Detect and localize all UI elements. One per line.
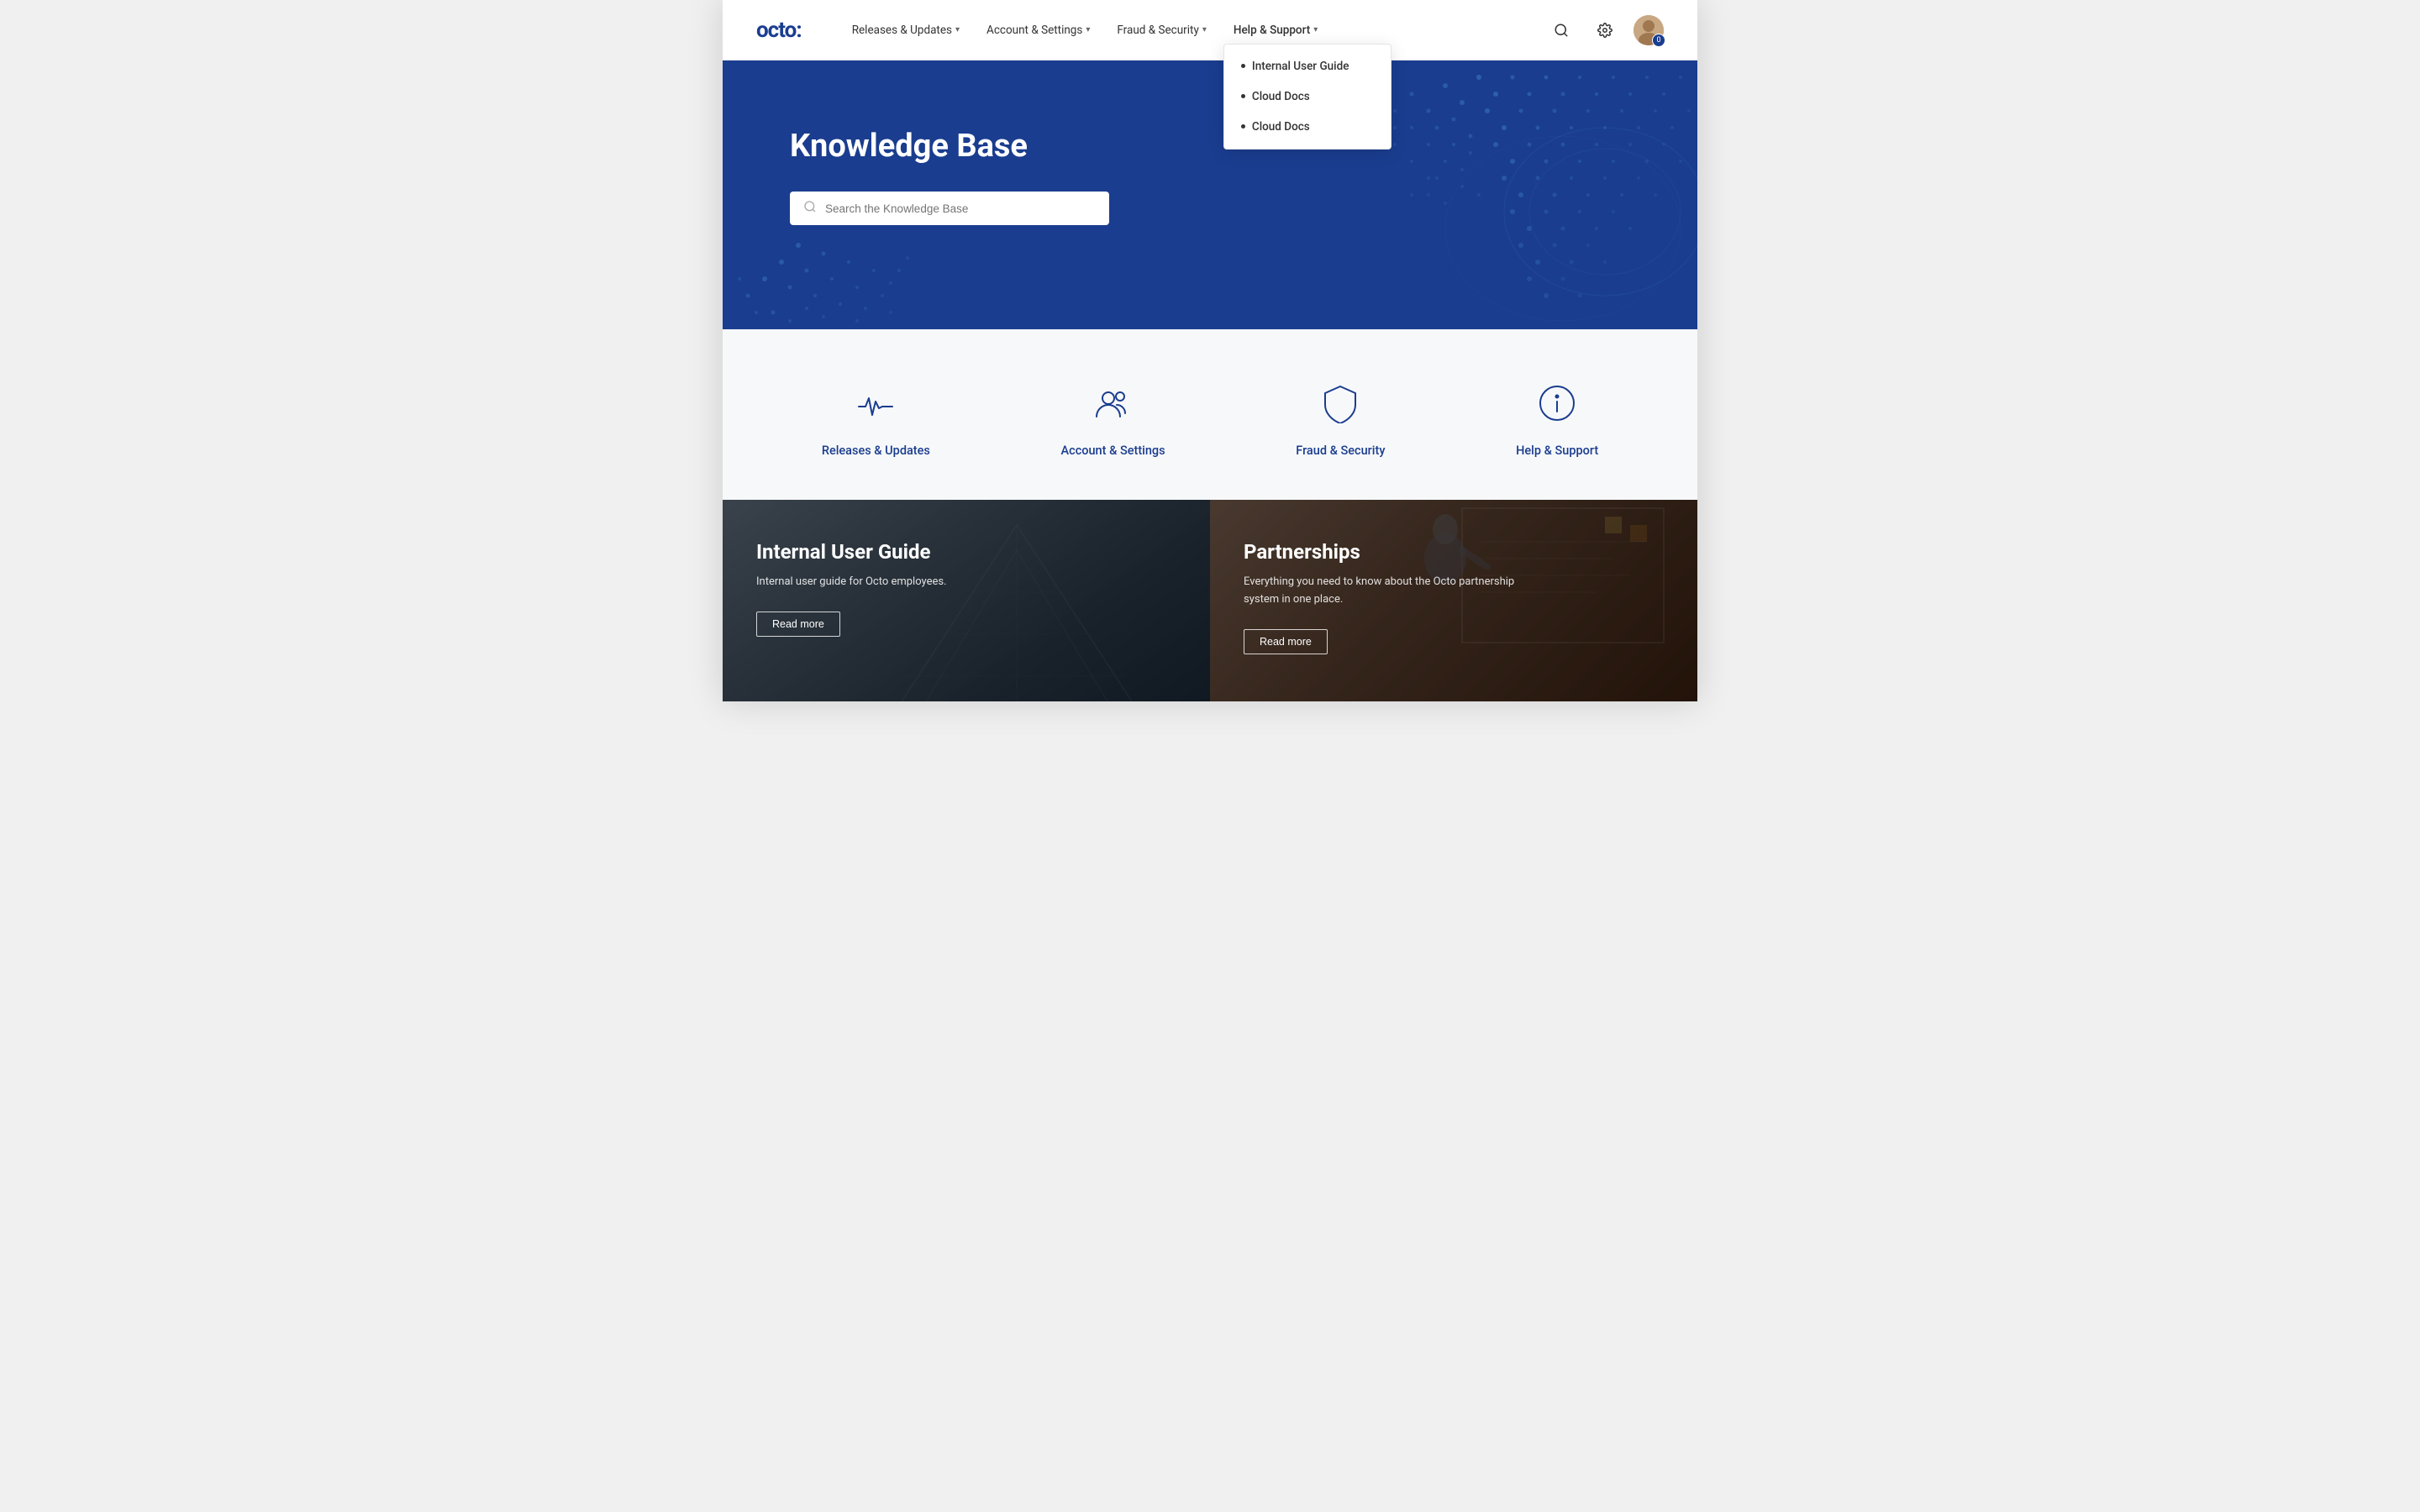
search-icon: [803, 200, 817, 217]
card-partnerships: Partnerships Everything you need to know…: [1210, 500, 1697, 701]
card-1-read-more-button[interactable]: Read more: [756, 612, 840, 637]
users-icon: [1090, 380, 1137, 427]
card-1-desc: Internal user guide for Octo employees.: [756, 574, 1042, 591]
card-2-title: Partnerships: [1244, 540, 1664, 564]
nav-item-account[interactable]: Account & Settings ▾: [976, 17, 1100, 44]
dropdown-item-internal-guide[interactable]: Internal User Guide: [1224, 51, 1391, 81]
chevron-down-icon: ▾: [1202, 25, 1207, 34]
logo[interactable]: octo:: [756, 18, 802, 43]
nav-icons: 0: [1546, 15, 1664, 45]
search-bar: [790, 192, 1109, 225]
user-avatar[interactable]: 0: [1634, 15, 1664, 45]
settings-button[interactable]: [1590, 15, 1620, 45]
cards-section: Internal User Guide Internal user guide …: [723, 500, 1697, 701]
category-help-label: Help & Support: [1516, 444, 1598, 458]
card-2-desc: Everything you need to know about the Oc…: [1244, 574, 1529, 609]
category-account-label: Account & Settings: [1061, 444, 1165, 458]
card-2-content: Partnerships Everything you need to know…: [1210, 500, 1697, 695]
pulse-icon: [852, 380, 899, 427]
navbar: octo: Releases & Updates ▾ Account & Set…: [723, 0, 1697, 60]
card-internal-guide: Internal User Guide Internal user guide …: [723, 500, 1210, 701]
help-dropdown: Internal User Guide Cloud Docs Cloud Doc…: [1223, 44, 1392, 150]
card-1-title: Internal User Guide: [756, 540, 1176, 564]
info-icon: [1534, 380, 1581, 427]
categories-section: Releases & Updates Account & Settings: [723, 329, 1697, 500]
category-fraud[interactable]: Fraud & Security: [1296, 380, 1385, 458]
bullet-icon: [1241, 124, 1245, 129]
card-1-content: Internal User Guide Internal user guide …: [723, 500, 1210, 677]
category-account[interactable]: Account & Settings: [1061, 380, 1165, 458]
chevron-down-icon: ▾: [955, 25, 960, 34]
hero-title: Knowledge Base: [790, 128, 1630, 165]
category-fraud-label: Fraud & Security: [1296, 444, 1385, 458]
notification-badge: 0: [1652, 34, 1665, 47]
nav-links: Releases & Updates ▾ Account & Settings …: [842, 17, 1546, 44]
hero-section: Knowledge Base: [723, 60, 1697, 329]
nav-item-help[interactable]: Help & Support ▾ Internal User Guide Clo…: [1223, 17, 1328, 44]
category-releases-label: Releases & Updates: [822, 444, 930, 458]
category-help[interactable]: Help & Support: [1516, 380, 1598, 458]
page-wrapper: octo: Releases & Updates ▾ Account & Set…: [723, 0, 1697, 701]
dropdown-item-cloud-docs-2[interactable]: Cloud Docs: [1224, 112, 1391, 142]
logo-text: octo:: [756, 18, 802, 43]
nav-item-fraud[interactable]: Fraud & Security ▾: [1107, 17, 1216, 44]
nav-item-releases[interactable]: Releases & Updates ▾: [842, 17, 970, 44]
chevron-down-icon: ▾: [1313, 25, 1318, 34]
shield-icon: [1317, 380, 1364, 427]
dropdown-item-cloud-docs-1[interactable]: Cloud Docs: [1224, 81, 1391, 112]
category-releases[interactable]: Releases & Updates: [822, 380, 930, 458]
chevron-down-icon: ▾: [1086, 25, 1090, 34]
card-2-read-more-button[interactable]: Read more: [1244, 629, 1328, 654]
bullet-icon: [1241, 64, 1245, 68]
bullet-icon: [1241, 94, 1245, 98]
search-input[interactable]: [825, 202, 1096, 215]
search-button[interactable]: [1546, 15, 1576, 45]
